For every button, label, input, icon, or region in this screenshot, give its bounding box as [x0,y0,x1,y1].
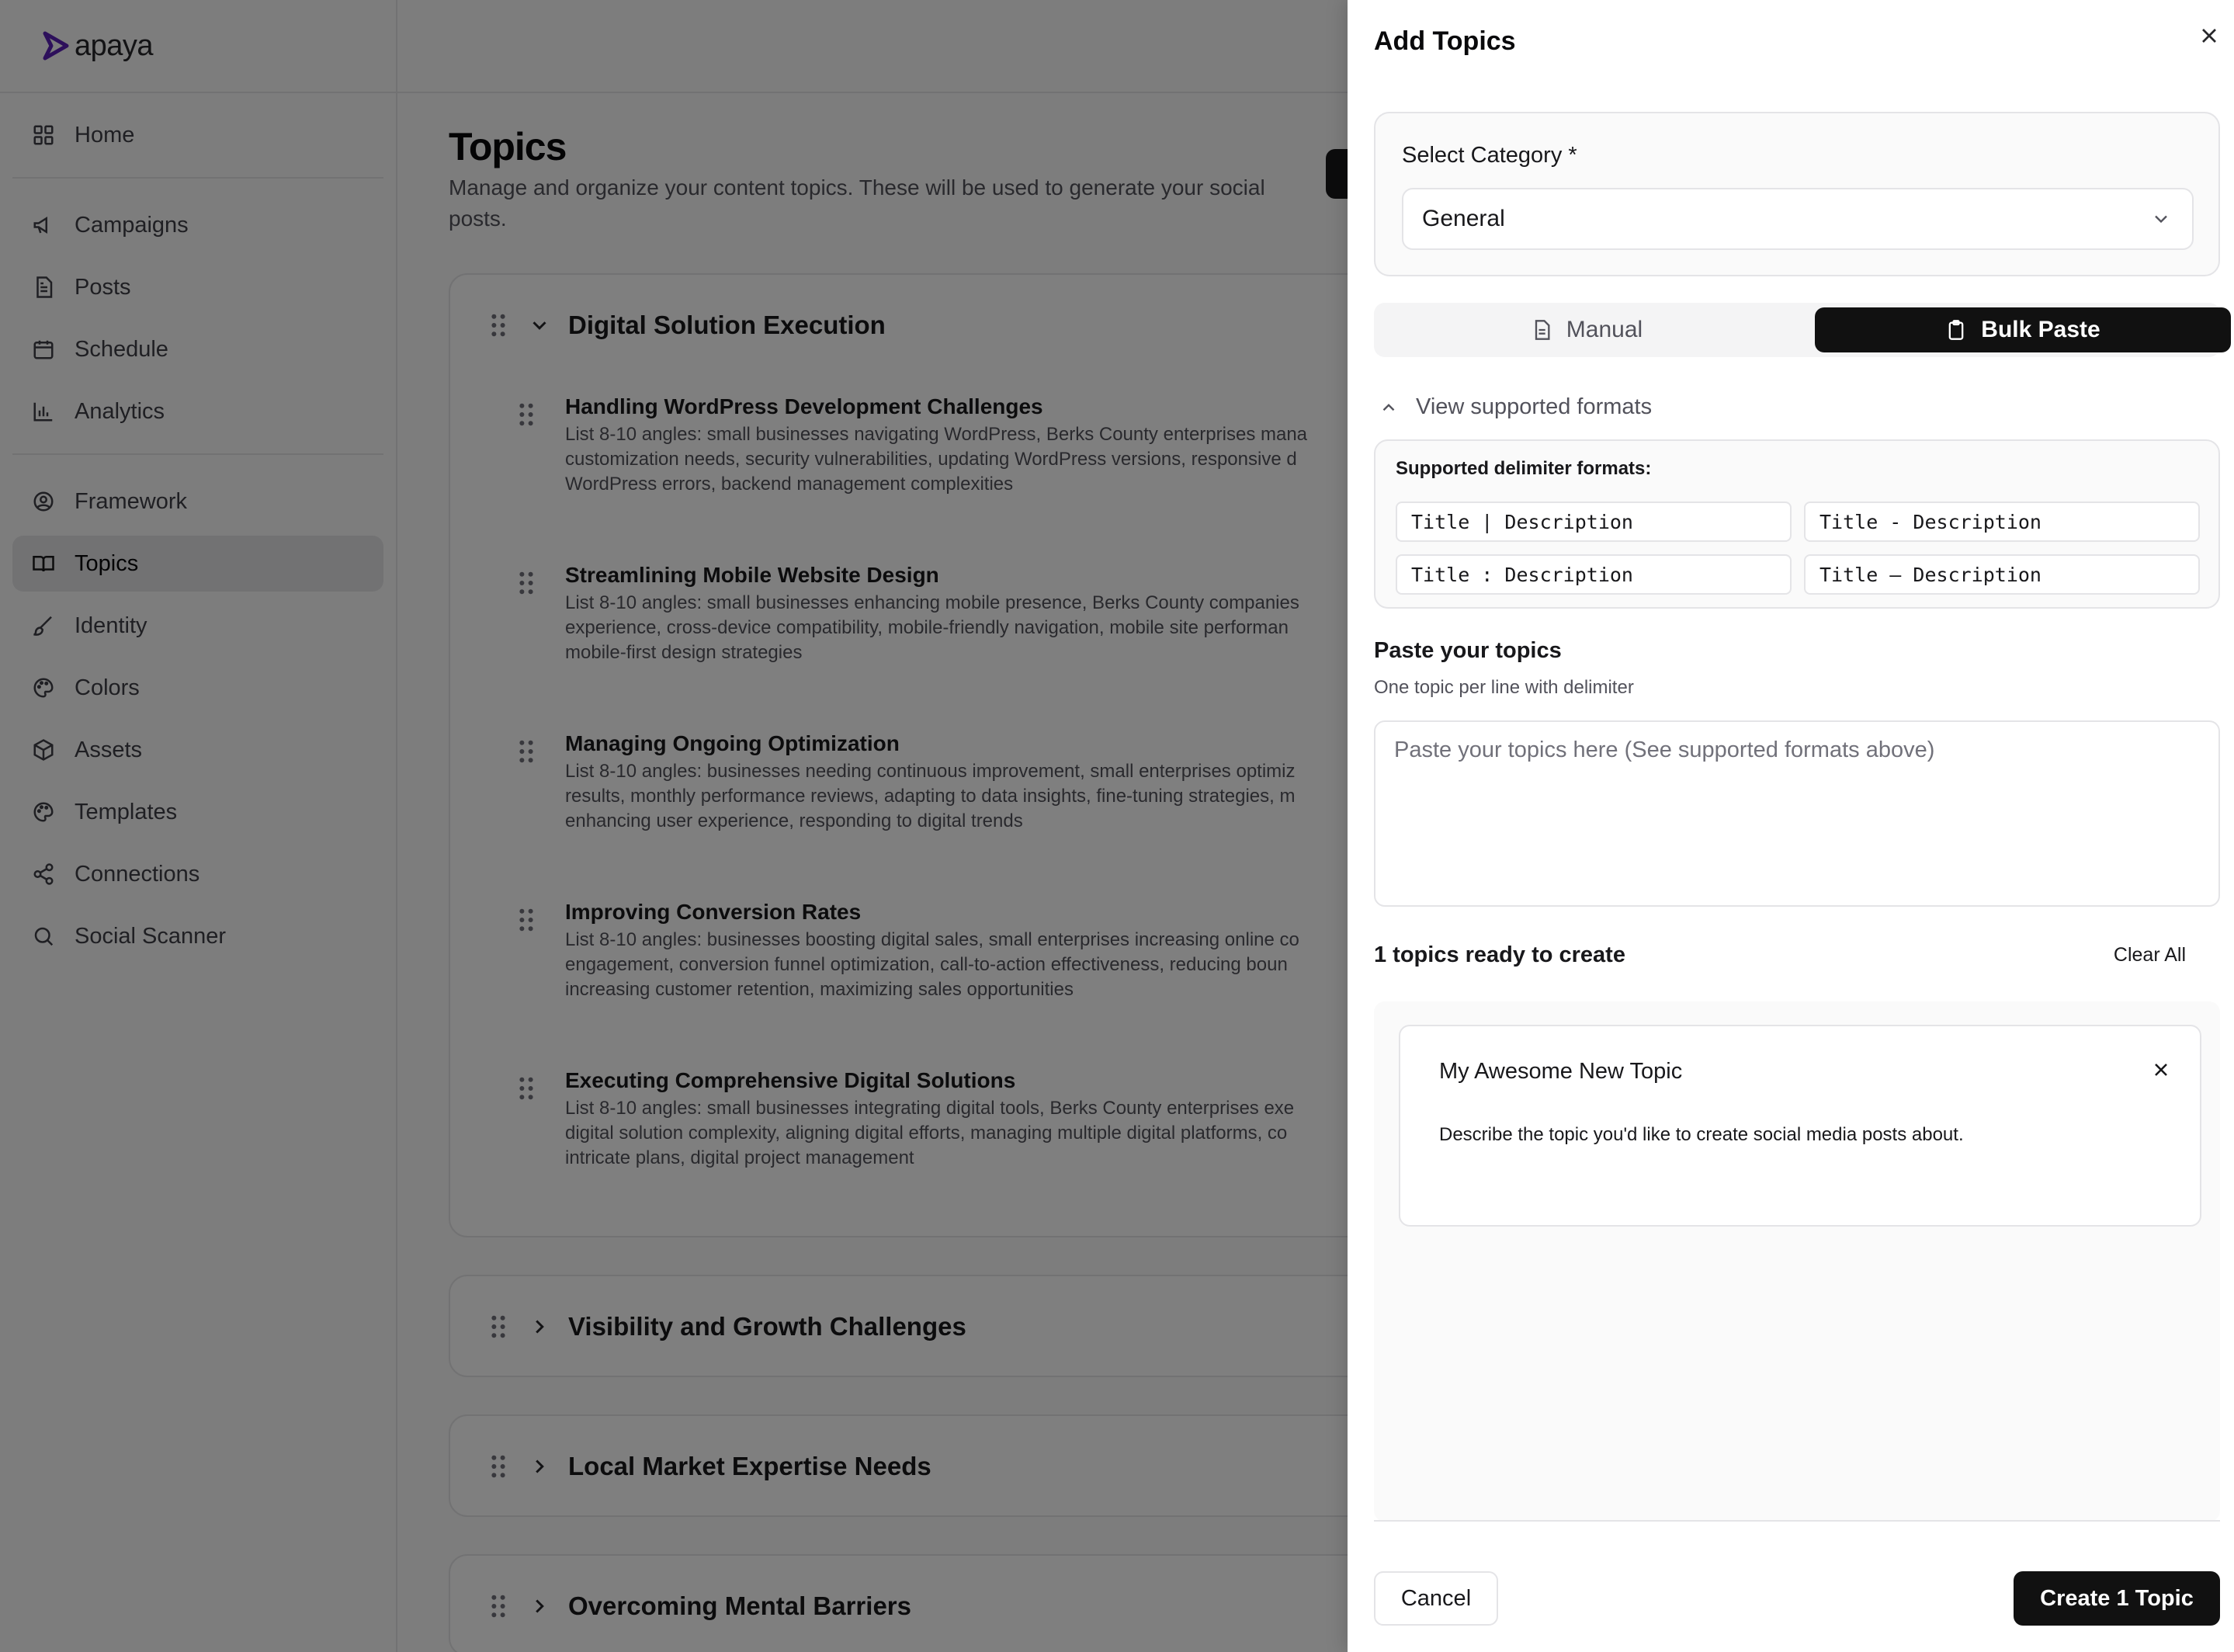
format-example: Title : Description [1396,554,1792,595]
footer-divider [1374,1520,2220,1522]
document-icon [1535,320,1550,340]
tab-manual-label: Manual [1566,317,1643,342]
preview-topic-description[interactable]: Describe the topic you'd like to create … [1439,1124,1964,1146]
paste-label: Paste your topics [1374,638,1562,663]
view-formats-label: View supported formats [1416,394,1653,419]
add-topics-drawer: Add Topics Select Category * General Man… [1348,0,2234,1652]
create-topic-button[interactable]: Create 1 Topic [2014,1571,2220,1626]
chevron-up-icon [1382,403,1395,411]
paste-hint: One topic per line with delimiter [1374,677,1634,698]
tab-manual[interactable]: Manual [1379,307,1795,352]
modal-overlay[interactable] [0,0,1348,1652]
ready-count: 1 topics ready to create [1374,942,1625,967]
clear-all-button[interactable]: Clear All [2114,944,2186,967]
category-value: General [1422,206,1505,231]
format-example: Title | Description [1396,502,1792,542]
topics-preview-list: My Awesome New Topic Describe the topic … [1374,1001,2220,1522]
tab-bulk-label: Bulk Paste [1981,317,2100,342]
close-icon[interactable] [2197,23,2222,48]
paste-topics-textarea[interactable] [1374,720,2220,907]
category-select[interactable]: General [1402,188,2194,250]
category-card: Select Category * General [1374,112,2220,276]
clipboard-icon [1948,320,1964,340]
preview-topic-title[interactable]: My Awesome New Topic [1439,1059,1682,1085]
input-mode-tabs: Manual Bulk Paste [1374,303,2231,357]
view-formats-toggle[interactable]: View supported formats [1374,394,1652,420]
drawer-title: Add Topics [1374,26,1516,56]
formats-title: Supported delimiter formats: [1396,458,1652,479]
remove-topic-icon[interactable] [2150,1059,2172,1081]
preview-topic-card: My Awesome New Topic Describe the topic … [1399,1025,2201,1227]
tab-bulk-paste[interactable]: Bulk Paste [1815,307,2231,352]
supported-formats-box: Supported delimiter formats: Title | Des… [1374,439,2220,609]
cancel-button[interactable]: Cancel [1374,1571,1498,1626]
category-label: Select Category * [1402,143,1577,168]
chevron-down-icon [2155,215,2167,224]
format-example: Title — Description [1804,554,2200,595]
format-example: Title - Description [1804,502,2200,542]
